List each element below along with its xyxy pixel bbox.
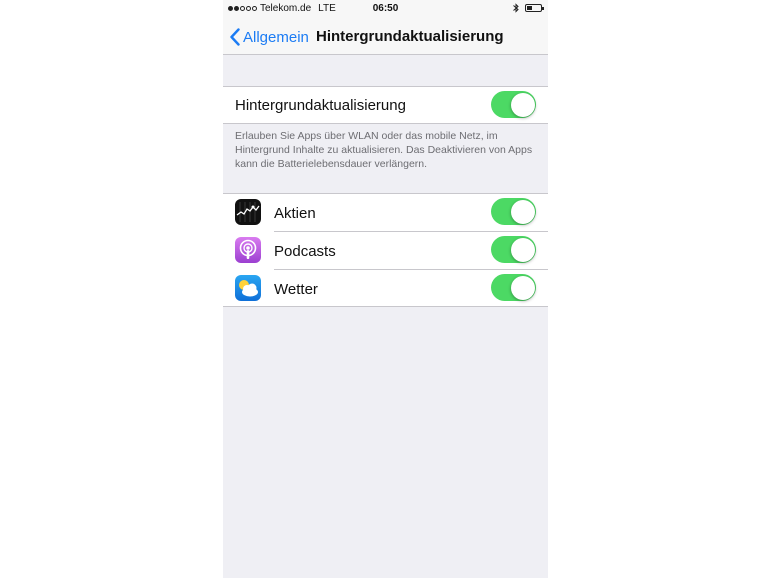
settings-screen: Telekom.de LTE 06:50 Allgemein Hintergru… <box>223 0 548 578</box>
toggle-knob <box>510 92 535 117</box>
clock: 06:50 <box>372 3 399 14</box>
back-button[interactable]: Allgemein <box>230 28 309 46</box>
background-refresh-cell: Hintergrundaktualisierung <box>223 86 548 124</box>
separator <box>274 231 548 232</box>
app-label-podcasts: Podcasts <box>274 243 336 260</box>
aktien-toggle[interactable] <box>491 198 536 225</box>
back-label: Allgemein <box>243 28 309 46</box>
toggle-knob <box>510 199 535 224</box>
stocks-icon <box>235 199 261 225</box>
app-label-wetter: Wetter <box>274 281 318 298</box>
podcasts-toggle[interactable] <box>491 236 536 263</box>
podcasts-icon <box>235 237 261 263</box>
page-title: Hintergrundaktualisierung <box>316 28 504 45</box>
app-list: Aktien Podcasts Wetter <box>223 193 548 307</box>
battery-icon <box>525 4 544 12</box>
background-refresh-label: Hintergrundaktualisierung <box>235 97 406 114</box>
toggle-knob <box>510 237 535 262</box>
chevron-left-icon <box>230 28 240 46</box>
status-bar: Telekom.de LTE 06:50 <box>223 0 548 20</box>
separator <box>274 269 548 270</box>
bluetooth-icon <box>513 3 519 13</box>
background-refresh-toggle[interactable] <box>491 91 536 118</box>
navigation-bar: Allgemein Hintergrundaktualisierung <box>223 20 548 55</box>
toggle-knob <box>510 275 535 300</box>
app-label-aktien: Aktien <box>274 205 316 222</box>
section-footer: Erlauben Sie Apps über WLAN oder das mob… <box>235 130 533 170</box>
weather-icon <box>235 275 261 301</box>
wetter-toggle[interactable] <box>491 274 536 301</box>
